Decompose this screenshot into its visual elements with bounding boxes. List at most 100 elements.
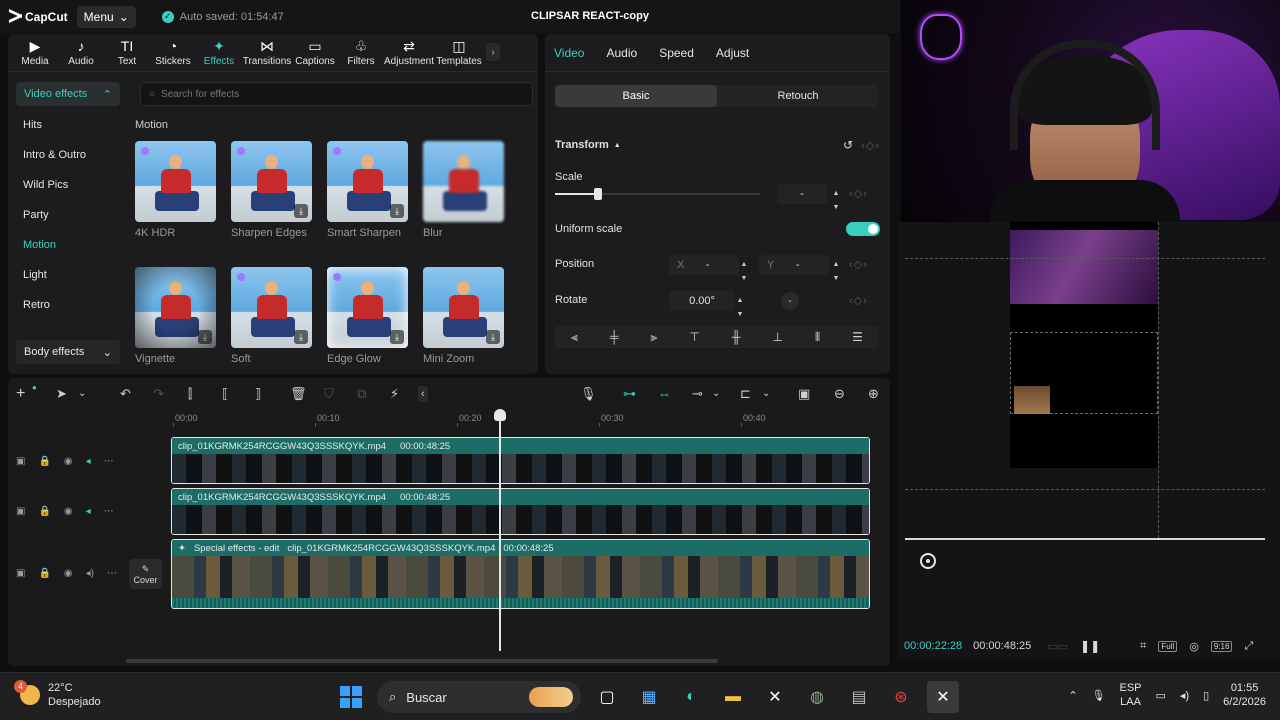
timeline-view-icon[interactable]: ▭▭ <box>1047 640 1068 653</box>
speed-icon[interactable]: ⚡ <box>390 386 399 402</box>
ratio-button[interactable]: 9:16 <box>1210 640 1233 652</box>
eye-icon[interactable]: ◉ <box>64 456 73 467</box>
tool-transitions[interactable]: ⋈ Transitions <box>242 34 292 71</box>
stepper-up-icon[interactable]: ▲ <box>739 261 749 268</box>
sidebar-item-light[interactable]: Light <box>8 260 132 290</box>
taskbar-search[interactable]: ⌕ Buscar <box>377 681 581 713</box>
search-input[interactable]: ○ Search for effects <box>140 82 533 106</box>
effect-card[interactable]: ⤓ Edge Glow <box>327 267 408 365</box>
clock[interactable]: 01:55 6/2/2026 <box>1223 681 1266 709</box>
keyframe-icon[interactable]: ‹◇› <box>849 294 868 307</box>
more-icon[interactable]: ⋯ <box>107 568 117 579</box>
more-icon[interactable]: ⋯ <box>104 506 114 517</box>
effect-card[interactable]: ⤓ Sharpen Edges <box>231 141 312 239</box>
stepper-down-icon[interactable]: ▼ <box>735 311 745 318</box>
rotate-dial[interactable]: - <box>781 292 799 310</box>
link-icon[interactable]: ⊸ <box>692 386 703 402</box>
magnet-icon[interactable]: ⊶ <box>623 386 636 402</box>
video-effects-category[interactable]: Video effects ⌃ <box>16 82 120 106</box>
lock-icon[interactable]: 🔒 <box>38 506 50 517</box>
align-center-h-icon[interactable]: ╪ <box>610 330 619 344</box>
preview-progress-bar[interactable] <box>905 538 1265 540</box>
playhead-handle[interactable] <box>494 409 506 421</box>
time-ruler[interactable]: 00:00 00:10 00:20 00:30 00:40 <box>171 411 890 427</box>
lock-icon[interactable]: 🔒 <box>38 568 50 579</box>
language-indicator[interactable]: ESP LAA <box>1120 681 1142 709</box>
preview-webcam-layer[interactable] <box>1010 230 1158 304</box>
split-right-icon[interactable]: ⟧ <box>255 386 261 402</box>
position-x-input[interactable]: X - <box>669 255 739 275</box>
store-icon[interactable]: ▦ <box>633 681 665 713</box>
add-track-icon[interactable]: + <box>16 386 25 402</box>
keyframe-icon[interactable]: ‹◇› <box>861 139 880 152</box>
effect-card[interactable]: ⤓ Vignette <box>135 267 216 365</box>
tool-templates[interactable]: ◫ Templates <box>434 34 484 71</box>
tool-captions[interactable]: ▭ Captions <box>292 34 338 71</box>
chevron-down-icon[interactable]: ⌄ <box>712 386 720 402</box>
download-icon[interactable]: ⤓ <box>294 330 308 344</box>
timeline-clip[interactable]: clip_01KGRMK254RCGGW43Q3SSSKQYK.mp4 00:0… <box>171 488 870 535</box>
track-thumbnail-icon[interactable]: ▣ <box>16 568 25 579</box>
keyframe-icon[interactable]: ‹◇› <box>849 258 868 271</box>
stepper-up-icon[interactable]: ▲ <box>831 190 841 197</box>
y-stepper[interactable]: ▲ ▼ <box>831 255 841 283</box>
download-icon[interactable]: ⤓ <box>390 204 404 218</box>
effect-card[interactable]: 4K HDR <box>135 141 216 239</box>
tab-speed[interactable]: Speed <box>659 46 694 60</box>
align-right-icon[interactable]: ⫸ <box>650 330 657 345</box>
rotate-input[interactable]: 0.00° <box>669 291 735 311</box>
distribute-h-icon[interactable]: ⫴ <box>815 330 820 345</box>
align-bottom-icon[interactable]: ⊥ <box>772 330 782 344</box>
auto-snap-icon[interactable]: ⇔ <box>658 386 671 402</box>
keyframe-icon[interactable]: ‹◇› <box>849 187 868 200</box>
scale-input[interactable]: - <box>777 184 827 204</box>
timeline-clip[interactable]: clip_01KGRMK254RCGGW43Q3SSSKQYK.mp4 00:0… <box>171 437 870 484</box>
delete-icon[interactable]: 🗑 <box>290 386 307 402</box>
audio-muted-icon[interactable]: ◂ <box>86 506 91 517</box>
capcut-active-icon[interactable]: ✕ <box>927 681 959 713</box>
stepper-down-icon[interactable]: ▼ <box>831 275 841 282</box>
body-effects-category[interactable]: Body effects ⌄ <box>16 340 120 364</box>
align-center-v-icon[interactable]: ╫ <box>732 330 741 344</box>
stepper-down-icon[interactable]: ▼ <box>739 275 749 282</box>
scale-slider-handle[interactable] <box>594 188 602 200</box>
file-explorer-icon[interactable]: ▢ <box>591 681 623 713</box>
download-icon[interactable]: ⤓ <box>390 330 404 344</box>
eye-icon[interactable]: ◉ <box>64 506 73 517</box>
menu-button[interactable]: Menu ⌄ <box>76 5 136 28</box>
tool-filters[interactable]: ♧ Filters <box>338 34 384 71</box>
snapshot-icon[interactable]: ◎ <box>1189 640 1199 653</box>
select-tool-icon[interactable]: ➤ <box>56 386 67 402</box>
chevron-down-icon[interactable]: ⌄ <box>78 386 86 402</box>
track-thumbnail-icon[interactable]: ▣ <box>16 506 25 517</box>
folder-icon[interactable]: ▬ <box>717 681 749 713</box>
full-button[interactable]: Full <box>1158 640 1178 652</box>
capcut-taskbar-icon[interactable]: ✕ <box>759 681 791 713</box>
crop-icon[interactable]: ⧉ <box>357 386 366 402</box>
preview-axis-icon[interactable]: ⊏ <box>740 386 751 402</box>
crop-icon[interactable]: ⌗ <box>1140 640 1146 653</box>
distribute-v-icon[interactable]: ☰ <box>852 330 863 344</box>
chevron-down-icon[interactable]: ⌄ <box>762 386 770 402</box>
segment-retouch[interactable]: Retouch <box>717 85 879 107</box>
zoom-out-icon[interactable]: ⊖ <box>834 386 845 402</box>
split-left-icon[interactable]: ⟦ <box>222 386 228 402</box>
battery-icon[interactable]: ▯ <box>1203 689 1209 702</box>
tab-adjust[interactable]: Adjust <box>716 46 749 60</box>
track-thumbnail-icon[interactable]: ▣ <box>16 456 25 467</box>
stepper-up-icon[interactable]: ▲ <box>831 261 841 268</box>
tool-text[interactable]: TI Text <box>104 34 150 71</box>
uniform-scale-toggle[interactable] <box>846 222 880 236</box>
stepper-down-icon[interactable]: ▼ <box>831 204 841 211</box>
collapse-toolbar-icon[interactable]: ‹ <box>418 386 428 402</box>
shield-icon[interactable]: ⛉ <box>324 386 334 402</box>
lock-icon[interactable]: 🔒 <box>38 456 50 467</box>
pause-icon[interactable]: ❚❚ <box>1080 639 1100 653</box>
chevron-right-icon[interactable]: › <box>486 43 500 61</box>
effect-card[interactable]: ⤓ Mini Zoom <box>423 267 504 365</box>
sidebar-item-wild-pics[interactable]: Wild Pics <box>8 170 132 200</box>
start-button[interactable] <box>335 681 367 713</box>
app-grid-icon[interactable]: ▤ <box>843 681 875 713</box>
more-icon[interactable]: ⋯ <box>104 456 114 467</box>
effect-card[interactable]: ⤓ Soft <box>231 267 312 365</box>
